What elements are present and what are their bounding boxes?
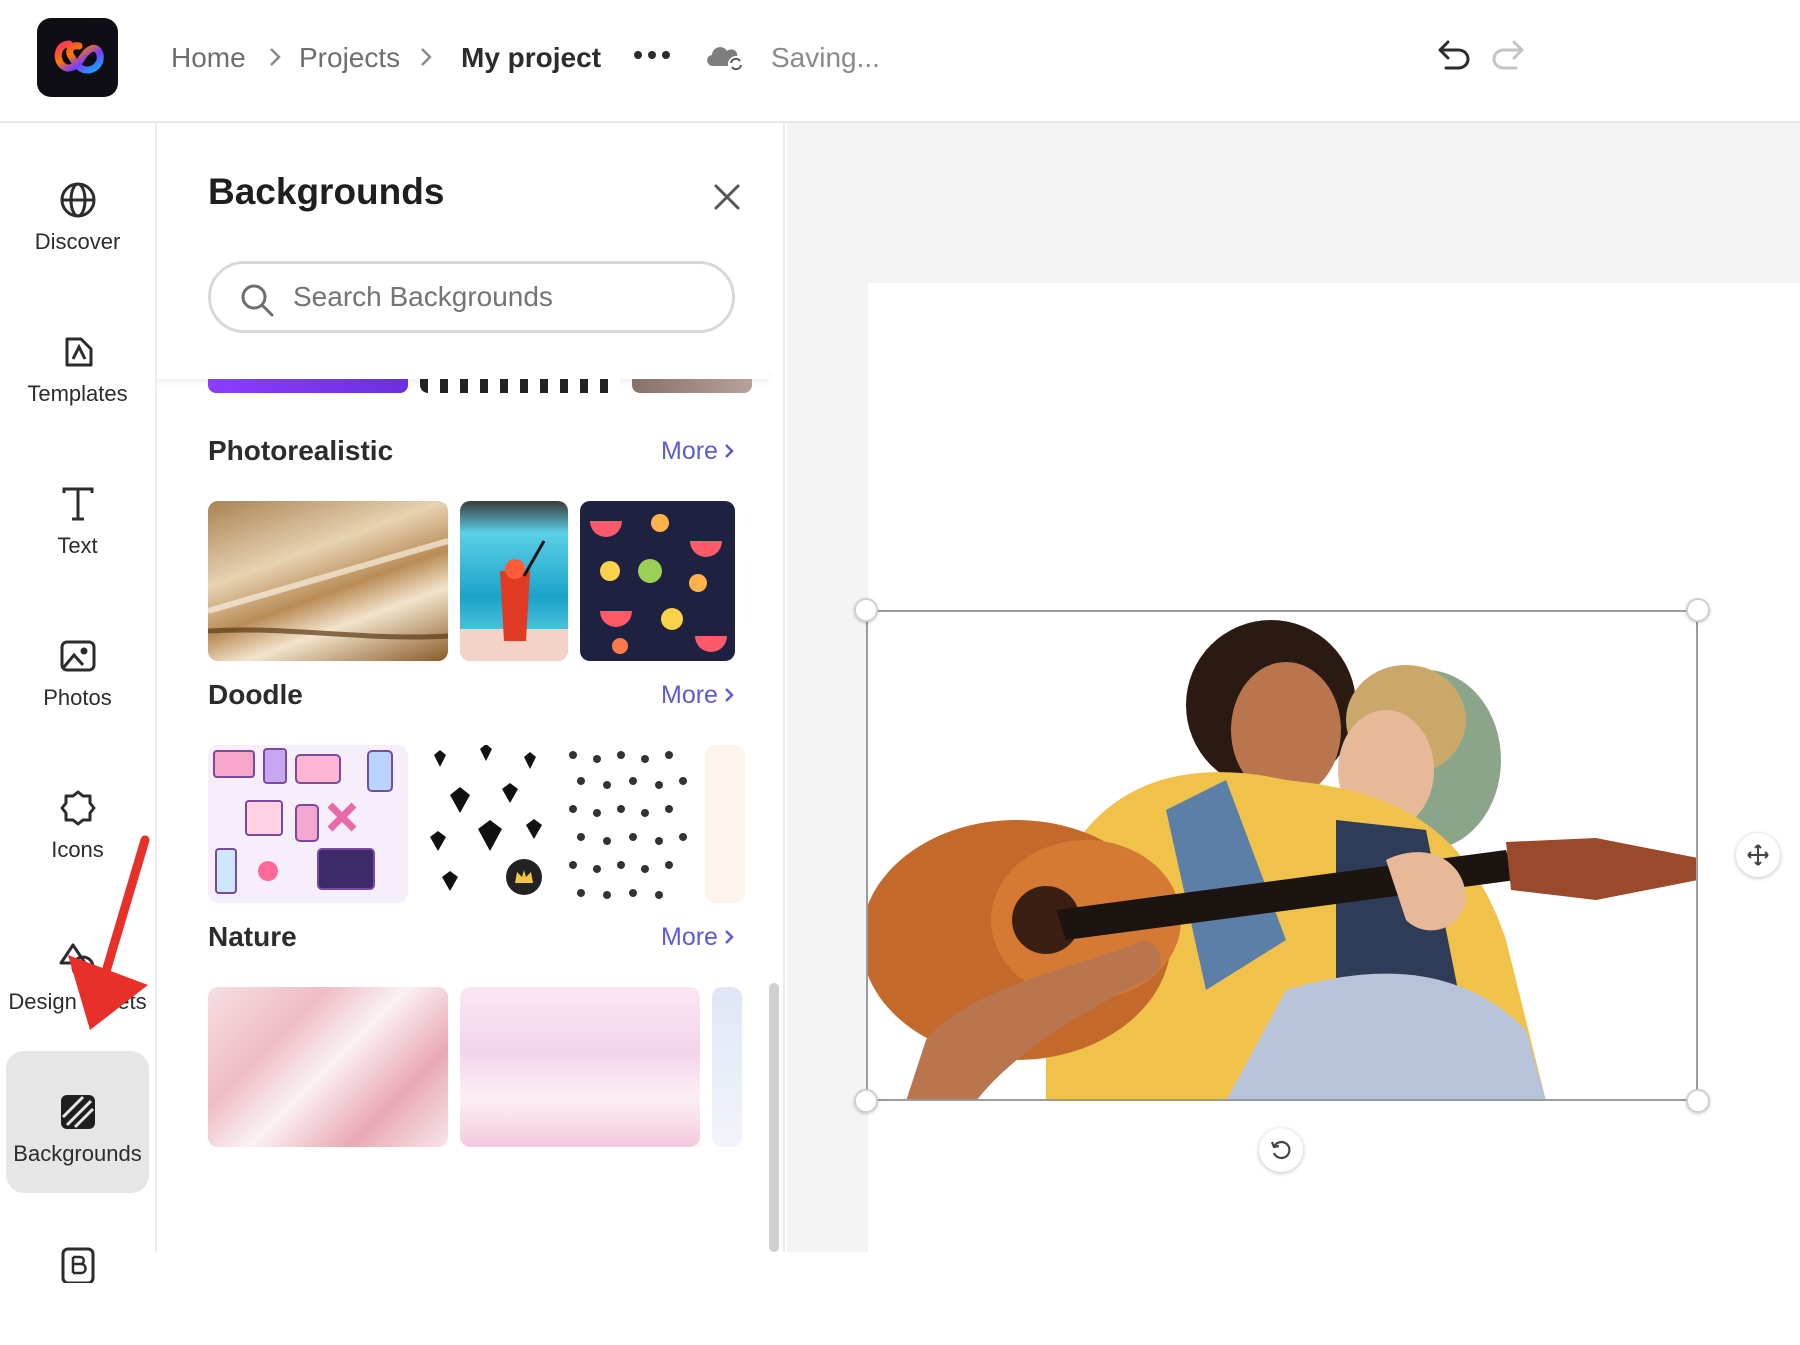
retro-pattern <box>213 748 393 894</box>
more-link-doodle[interactable]: More <box>661 681 734 710</box>
thumbnail-retro-doodle[interactable] <box>208 745 408 903</box>
chevron-right-icon <box>725 930 734 944</box>
panel-title: Backgrounds <box>208 171 445 212</box>
thumbnail[interactable] <box>420 379 620 393</box>
breadcrumb-projects[interactable]: Projects <box>299 40 400 76</box>
rail-item-text[interactable]: Text <box>6 443 149 585</box>
top-bar: Home Projects My project Saving... <box>0 0 1800 123</box>
photo-icon <box>60 640 95 672</box>
undo-icon[interactable] <box>1436 38 1472 72</box>
templates-icon <box>65 337 92 367</box>
thumbnail[interactable] <box>208 379 408 393</box>
creative-cloud-logo[interactable] <box>37 18 118 97</box>
rail-item-templates[interactable]: Templates <box>6 291 149 433</box>
crown-icon <box>515 870 533 883</box>
rotate-button[interactable] <box>1259 1128 1303 1172</box>
rail-item-discover[interactable]: Discover <box>6 139 149 281</box>
category-title: Doodle <box>208 679 303 710</box>
small-hearts-pattern <box>569 751 687 899</box>
thumbnail-hearts[interactable] <box>420 745 551 903</box>
arrow-annotation <box>68 835 150 1030</box>
more-link-nature[interactable]: More <box>661 923 734 952</box>
rotate-icon <box>1270 1140 1291 1160</box>
category-title: Nature <box>208 921 297 952</box>
rail-label: Discover <box>34 229 121 254</box>
backgrounds-list[interactable]: Photorealistic More Doodle More Nature M… <box>157 379 769 1252</box>
thumbnail[interactable] <box>632 379 752 393</box>
left-rail: Discover Templates Text Photos Icons Des… <box>0 123 157 1283</box>
texture-lines <box>208 538 448 640</box>
more-link-photorealistic[interactable]: More <box>661 437 734 466</box>
more-label: More <box>661 437 718 465</box>
thumbnail-small-hearts[interactable] <box>563 745 693 903</box>
save-status: Saving... <box>771 42 880 73</box>
search-input[interactable] <box>293 276 713 318</box>
rail-item-photos[interactable]: Photos <box>6 595 149 737</box>
resize-handle-top-right[interactable] <box>1686 598 1710 622</box>
chevron-right-icon <box>725 688 734 702</box>
premium-badge <box>506 859 542 895</box>
panel-scrollbar[interactable] <box>769 983 779 1252</box>
resize-handle-top-left[interactable] <box>854 598 878 622</box>
thumbnail-peek[interactable] <box>712 987 742 1147</box>
creative-cloud-icon <box>54 40 104 74</box>
search-divider <box>157 369 769 379</box>
fruit-pattern <box>590 514 727 654</box>
chevron-right-icon <box>725 444 734 458</box>
search-icon <box>241 284 274 317</box>
thumbnail-peek[interactable] <box>705 745 745 903</box>
move-icon <box>1747 844 1769 866</box>
breadcrumb-home[interactable]: Home <box>171 40 246 76</box>
thumbnail-pink-watercolor[interactable] <box>460 987 700 1147</box>
close-icon[interactable] <box>709 179 745 215</box>
thumbnail-pink-marble[interactable] <box>208 987 448 1147</box>
more-label: More <box>661 923 718 951</box>
globe-icon <box>60 182 95 218</box>
thumbnail-wood-texture[interactable] <box>208 501 448 661</box>
rail-label: Templates <box>27 381 128 406</box>
selection-box[interactable] <box>866 610 1698 1101</box>
move-button[interactable] <box>1736 833 1780 877</box>
rail-item-backgrounds[interactable]: Backgrounds <box>6 1051 149 1193</box>
backgrounds-icon <box>60 1095 95 1129</box>
text-icon <box>62 487 93 521</box>
rail-item-brand[interactable] <box>6 1203 149 1345</box>
chevron-right-icon <box>270 48 281 66</box>
rail-label: Photos <box>43 685 112 710</box>
backgrounds-panel: Backgrounds Photorealistic More <box>157 123 785 1252</box>
thumbnail-pool-drink[interactable] <box>460 501 568 661</box>
breadcrumb-my-project[interactable]: My project <box>461 40 601 76</box>
more-options-icon[interactable] <box>632 40 672 70</box>
redo-icon[interactable] <box>1490 38 1526 72</box>
search-box[interactable] <box>208 261 735 333</box>
category-title: Photorealistic <box>208 435 394 466</box>
rail-label: Text <box>57 533 98 558</box>
brand-icon <box>61 1247 94 1283</box>
rail-label: Backgrounds <box>13 1141 142 1166</box>
drink-glass <box>460 540 568 661</box>
chevron-right-icon <box>421 48 432 66</box>
thumbnail-fruit-pattern[interactable] <box>580 501 735 661</box>
badge-icon <box>60 790 95 826</box>
cloud-sync-icon <box>707 47 744 72</box>
resize-handle-bottom-right[interactable] <box>1686 1089 1710 1113</box>
more-label: More <box>661 681 718 709</box>
resize-handle-bottom-left[interactable] <box>854 1089 878 1113</box>
